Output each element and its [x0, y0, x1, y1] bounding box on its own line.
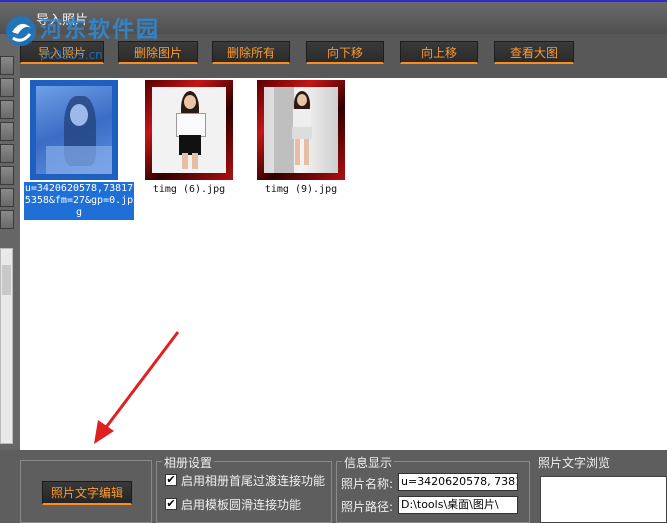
text-preview-title: 照片文字浏览 [538, 456, 611, 470]
side-button[interactable] [0, 188, 14, 207]
view-large-image-button[interactable]: 查看大图 [494, 41, 574, 64]
info-display-title: 信息显示 [342, 454, 395, 471]
side-button[interactable] [0, 144, 14, 163]
photo-thumbnail-3[interactable] [257, 80, 345, 180]
smooth-connect-label: 启用模板圆滑连接功能 [181, 498, 302, 512]
side-button[interactable] [0, 100, 14, 119]
side-button[interactable] [0, 56, 14, 75]
text-preview-box[interactable] [540, 476, 667, 523]
selected-frame [30, 80, 118, 180]
photo-name-label: 照片名称: [341, 477, 394, 491]
photo-image [264, 87, 338, 173]
photo-text-edit-button[interactable]: 照片文字编辑 [42, 481, 132, 505]
side-button[interactable] [0, 78, 14, 97]
photo-image [36, 86, 112, 174]
side-button[interactable] [0, 166, 14, 185]
album-settings-title: 相册设置 [162, 454, 215, 471]
smooth-connect-checkbox[interactable]: ✔ [165, 498, 177, 510]
photo-frame [145, 80, 233, 180]
watermark-logo-icon [6, 16, 36, 46]
side-button[interactable] [0, 210, 14, 229]
photo-frame [257, 80, 345, 180]
photo-image [152, 87, 226, 173]
delete-image-button[interactable]: 删除图片 [118, 41, 198, 64]
side-button[interactable] [0, 122, 14, 141]
scrollbar-thumb[interactable] [2, 265, 11, 295]
move-up-button[interactable]: 向上移 [400, 41, 478, 64]
photo-thumbnail-2[interactable] [145, 80, 233, 180]
photo-caption-3[interactable]: timg (9).jpg [257, 184, 345, 195]
delete-all-button[interactable]: 删除所有 [212, 41, 290, 64]
crossfade-checkbox[interactable]: ✔ [165, 474, 177, 486]
photo-thumbnail-1[interactable] [30, 80, 118, 180]
photo-caption-1[interactable]: u=3420620578,738175358&fm=27&gp=0.jpg [24, 182, 134, 220]
photo-list-pane[interactable]: u=3420620578,738175358&fm=27&gp=0.jpg ti… [20, 78, 667, 450]
vertical-scrollbar[interactable] [0, 248, 13, 444]
photo-name-field[interactable]: u=3420620578, 7381753 [398, 473, 518, 491]
watermark-url: pc0359.cn [40, 48, 103, 62]
photo-path-label: 照片路径: [341, 500, 394, 514]
move-down-button[interactable]: 向下移 [306, 41, 384, 64]
photo-caption-2[interactable]: timg (6).jpg [145, 184, 233, 195]
watermark-text: 河东软件园 [40, 18, 161, 43]
crossfade-label: 启用相册首尾过渡连接功能 [181, 474, 326, 488]
photo-path-field[interactable]: D:\tools\桌面\图片\ [398, 496, 518, 514]
